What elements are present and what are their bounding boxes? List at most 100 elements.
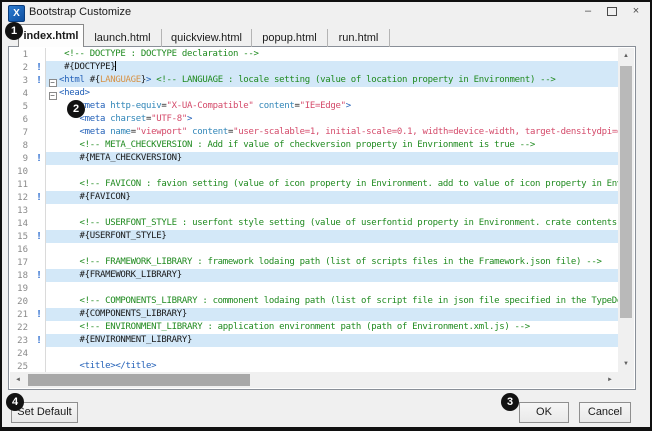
code-line[interactable]: 18! #{FRAMEWORK_LIBRARY} xyxy=(9,269,619,282)
fold-gutter xyxy=(45,178,59,191)
code-line[interactable]: 21! #{COMPONENTS_LIBRARY} xyxy=(9,308,619,321)
annotation-badge-1: 1 xyxy=(5,22,23,40)
code-line[interactable]: 6 <meta charset="UTF-8"> xyxy=(9,113,619,126)
code-text[interactable]: #{FAVICON} xyxy=(59,191,619,204)
code-line[interactable]: 16 xyxy=(9,243,619,256)
warning-marker-icon: ! xyxy=(33,191,45,204)
warning-marker-icon: ! xyxy=(33,152,45,165)
code-text[interactable]: <!-- FRAMEWORK_LIBRARY : framework lodai… xyxy=(59,256,619,269)
code-line[interactable]: 15! #{USERFONT_STYLE} xyxy=(9,230,619,243)
code-line[interactable]: 9! #{META_CHECKVERSION} xyxy=(9,152,619,165)
scroll-left-icon[interactable]: ◄ xyxy=(10,372,26,388)
fold-gutter xyxy=(45,165,59,178)
code-text[interactable]: <html #{LANGUAGE}> <!-- LANGUAGE : local… xyxy=(59,74,619,87)
fold-gutter xyxy=(45,204,59,217)
code-editor[interactable]: 1 <!-- DOCTYPE : DOCTYPE declaration -->… xyxy=(8,46,636,390)
close-button[interactable]: × xyxy=(628,3,644,19)
code-line[interactable]: 2! #{DOCTYPE} xyxy=(9,61,619,74)
fold-gutter xyxy=(45,295,59,308)
code-line[interactable]: 10 xyxy=(9,165,619,178)
code-text[interactable]: <!-- USERFONT_STYLE : userfont style set… xyxy=(59,217,619,230)
line-number: 16 xyxy=(9,245,33,255)
code-text[interactable]: #{ENVIRONMENT_LIBRARY} xyxy=(59,334,619,347)
code-line[interactable]: 22 <!-- ENVIRONMENT_LIBRARY : applicatio… xyxy=(9,321,619,334)
code-text[interactable]: <meta name="viewport" content="user-scal… xyxy=(59,126,619,139)
code-line[interactable]: 3!−<html #{LANGUAGE}> <!-- LANGUAGE : lo… xyxy=(9,74,619,87)
line-number: 24 xyxy=(9,349,33,359)
code-text[interactable]: <meta charset="UTF-8"> xyxy=(59,113,619,126)
app-icon: X xyxy=(8,5,25,22)
code-text[interactable]: <!-- DOCTYPE : DOCTYPE declaration --> xyxy=(59,48,619,61)
tab-run-html[interactable]: run.html xyxy=(328,29,390,47)
code-line[interactable]: 11 <!-- FAVICON : favion setting (value … xyxy=(9,178,619,191)
warning-marker-icon: ! xyxy=(33,61,45,74)
code-line[interactable]: 13 xyxy=(9,204,619,217)
code-line[interactable]: 20 <!-- COMPONENTS_LIBRARY : commonent l… xyxy=(9,295,619,308)
line-number: 19 xyxy=(9,284,33,294)
code-text[interactable]: #{COMPONENTS_LIBRARY} xyxy=(59,308,619,321)
vertical-scrollbar[interactable]: ▲ ▼ xyxy=(618,48,634,372)
fold-gutter xyxy=(45,152,59,165)
code-text[interactable]: <head> xyxy=(59,87,619,100)
vertical-scroll-thumb[interactable] xyxy=(620,66,632,318)
tab-launch-html[interactable]: launch.html xyxy=(84,29,162,47)
code-line[interactable]: 4−<head> xyxy=(9,87,619,100)
code-text[interactable]: #{META_CHECKVERSION} xyxy=(59,152,619,165)
scroll-down-icon[interactable]: ▼ xyxy=(618,356,634,372)
line-number: 10 xyxy=(9,167,33,177)
horizontal-scroll-thumb[interactable] xyxy=(28,374,250,386)
code-text[interactable]: <!-- COMPONENTS_LIBRARY : commonent loda… xyxy=(59,295,619,308)
line-number: 11 xyxy=(9,180,33,190)
code-lines[interactable]: 1 <!-- DOCTYPE : DOCTYPE declaration -->… xyxy=(9,48,619,374)
maximize-button[interactable] xyxy=(604,3,620,19)
minimize-button[interactable]: – xyxy=(580,3,596,19)
fold-gutter xyxy=(45,230,59,243)
code-line[interactable]: 24 xyxy=(9,347,619,360)
line-number: 7 xyxy=(9,128,33,138)
fold-gutter xyxy=(45,308,59,321)
line-number: 23 xyxy=(9,336,33,346)
fold-toggle-icon[interactable]: − xyxy=(49,79,57,87)
warning-marker-icon: ! xyxy=(33,334,45,347)
line-number: 13 xyxy=(9,206,33,216)
code-text[interactable]: #{FRAMEWORK_LIBRARY} xyxy=(59,269,619,282)
tab-popup-html[interactable]: popup.html xyxy=(252,29,328,47)
code-line[interactable]: 7 <meta name="viewport" content="user-sc… xyxy=(9,126,619,139)
code-line[interactable]: 12! #{FAVICON} xyxy=(9,191,619,204)
code-text[interactable]: #{DOCTYPE} xyxy=(59,61,619,74)
fold-gutter xyxy=(45,334,59,347)
code-line[interactable]: 14 <!-- USERFONT_STYLE : userfont style … xyxy=(9,217,619,230)
code-line[interactable]: 8 <!-- META_CHECKVERSION : Add if value … xyxy=(9,139,619,152)
tab-quickview-html[interactable]: quickview.html xyxy=(162,29,252,47)
ok-button[interactable]: OK xyxy=(519,402,569,423)
code-text[interactable]: <!-- META_CHECKVERSION : Add if value of… xyxy=(59,139,619,152)
warning-marker-icon: ! xyxy=(33,308,45,321)
cancel-button[interactable]: Cancel xyxy=(579,402,631,423)
line-number: 22 xyxy=(9,323,33,333)
maximize-icon xyxy=(607,7,617,16)
line-number: 1 xyxy=(9,50,33,60)
fold-gutter xyxy=(45,191,59,204)
code-text[interactable]: <meta http-equiv="X-UA-Compatible" conte… xyxy=(59,100,619,113)
code-line[interactable]: 5 <meta http-equiv="X-UA-Compatible" con… xyxy=(9,100,619,113)
tab-index-html[interactable]: index.html xyxy=(18,24,84,47)
scroll-right-icon[interactable]: ► xyxy=(602,372,618,388)
fold-toggle-icon[interactable]: − xyxy=(49,92,57,100)
close-icon: × xyxy=(633,5,639,17)
fold-gutter xyxy=(45,256,59,269)
line-number: 15 xyxy=(9,232,33,242)
line-number: 20 xyxy=(9,297,33,307)
scroll-up-icon[interactable]: ▲ xyxy=(618,48,634,64)
code-text[interactable]: <!-- FAVICON : favion setting (value of … xyxy=(59,178,619,191)
code-line[interactable]: 23! #{ENVIRONMENT_LIBRARY} xyxy=(9,334,619,347)
dialog-window: X Bootstrap Customize – × index.html lau… xyxy=(0,0,652,431)
code-text[interactable]: <!-- ENVIRONMENT_LIBRARY : application e… xyxy=(59,321,619,334)
line-number: 12 xyxy=(9,193,33,203)
code-line[interactable]: 17 <!-- FRAMEWORK_LIBRARY : framework lo… xyxy=(9,256,619,269)
code-line[interactable]: 19 xyxy=(9,282,619,295)
code-line[interactable]: 1 <!-- DOCTYPE : DOCTYPE declaration --> xyxy=(9,48,619,61)
horizontal-scrollbar[interactable]: ◄ ► xyxy=(10,372,618,388)
title-bar[interactable]: X Bootstrap Customize – × xyxy=(2,2,650,24)
code-text[interactable]: #{USERFONT_STYLE} xyxy=(59,230,619,243)
annotation-badge-4: 4 xyxy=(6,393,24,411)
